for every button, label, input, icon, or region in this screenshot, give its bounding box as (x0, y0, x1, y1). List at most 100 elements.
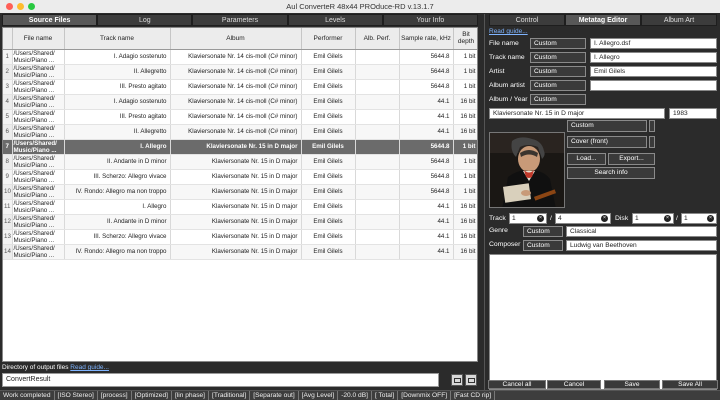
save-button[interactable]: Save (604, 380, 660, 389)
tag-list-area[interactable] (489, 254, 717, 390)
column-header-album-performer[interactable]: Alb. Perf. (355, 28, 400, 50)
clear-track-total-icon[interactable]: × (601, 215, 608, 222)
search-info-button[interactable]: Search info (567, 167, 655, 179)
table-row[interactable]: 7/Users/Shared/ Music/Piano ... I. Allegr… (3, 139, 477, 155)
table-row[interactable]: 13/Users/Shared/ Music/Piano ... III. Sch… (3, 229, 477, 245)
artist-field[interactable]: Emil Gilels (590, 66, 717, 77)
performer-cell: Emil Gilels (301, 169, 356, 185)
album-year-mode-select[interactable]: Custom (530, 94, 586, 105)
art-type-arrow-icon[interactable] (649, 136, 655, 148)
clear-disk-total-icon[interactable]: × (707, 215, 714, 222)
bit-depth-cell: 16 bit (453, 124, 477, 140)
track-name-field[interactable]: I. Allegro (590, 52, 717, 63)
column-header-track-name[interactable]: Track name (64, 28, 171, 50)
album-cell: Klaviersonate Nr. 14 cis-moll (C# minor) (170, 94, 302, 110)
column-header-bit-depth[interactable]: Bit depth (453, 28, 477, 50)
window-title: Aul ConverteR 48x44 PROduce-RD v.13.1.7 (286, 2, 434, 11)
performer-cell: Emil Gilels (301, 79, 356, 95)
clear-track-icon[interactable]: × (537, 215, 544, 222)
disk-total-field[interactable]: 1 × (681, 213, 717, 224)
table-row[interactable]: 3/Users/Shared/ Music/Piano ... III. Pres… (3, 79, 477, 95)
album-cell: Klaviersonate Nr. 14 cis-moll (C# minor) (170, 79, 302, 95)
table-row[interactable]: 2/Users/Shared/ Music/Piano ... II. Alleg… (3, 64, 477, 80)
table-row[interactable]: 11/Users/Shared/ Music/Piano ... I. Alleg… (3, 199, 477, 215)
tab-log[interactable]: Log (97, 14, 193, 26)
art-mode-select[interactable]: Custom (567, 120, 647, 132)
column-header-performer[interactable]: Performer (301, 28, 356, 50)
metatag-read-guide-link[interactable]: Read guide... (489, 28, 528, 35)
art-mode-arrow-icon[interactable] (649, 120, 655, 132)
year-field[interactable]: 1983 (669, 108, 717, 119)
source-files-table: File name Track name Album Performer Alb… (2, 27, 478, 362)
composer-mode-select[interactable]: Custom (523, 240, 563, 251)
table-row[interactable]: 5/Users/Shared/ Music/Piano ... III. Pres… (3, 109, 477, 125)
album-performer-cell (355, 154, 400, 170)
table-row[interactable]: 12/Users/Shared/ Music/Piano ... II. Anda… (3, 214, 477, 230)
track-total-field[interactable]: 4 × (555, 213, 611, 224)
column-header-sample-rate[interactable]: Sample rate, kHz (399, 28, 454, 50)
table-row[interactable]: 8/Users/Shared/ Music/Piano ... II. Andan… (3, 154, 477, 170)
track-number-field[interactable]: 1 × (509, 213, 547, 224)
album-artist-mode-select[interactable]: Custom (530, 80, 586, 91)
disk-number-field[interactable]: 1 × (632, 213, 674, 224)
album-performer-cell (355, 49, 400, 65)
file-name-mode-select[interactable]: Custom (530, 38, 586, 49)
genre-mode-select[interactable]: Custom (523, 226, 563, 237)
tab-album-art[interactable]: Album Art (641, 14, 717, 26)
disk-total-value: 1 (684, 215, 688, 222)
table-row[interactable]: 10/Users/Shared/ Music/Piano ... IV. Rond… (3, 184, 477, 200)
column-header-album[interactable]: Album (170, 28, 302, 50)
performer-cell: Emil Gilels (301, 154, 356, 170)
album-artist-field[interactable] (590, 80, 717, 91)
save-all-button[interactable]: Save All (662, 380, 718, 389)
table-body: 1/Users/Shared/ Music/Piano ... I. Adagio… (3, 49, 477, 260)
composer-field[interactable]: Ludwig van Beethoven (566, 240, 717, 251)
tab-parameters[interactable]: Parameters (192, 14, 288, 26)
tab-levels[interactable]: Levels (287, 14, 383, 26)
track-total-value: 4 (558, 215, 562, 222)
album-performer-cell (355, 214, 400, 230)
clear-disk-icon[interactable]: × (664, 215, 671, 222)
artist-mode-select[interactable]: Custom (530, 66, 586, 77)
export-art-button[interactable]: Export... (608, 153, 655, 165)
table-row[interactable]: 14/Users/Shared/ Music/Piano ... IV. Rond… (3, 244, 477, 260)
tab-metatag-editor[interactable]: Metatag Editor (565, 14, 641, 26)
table-row[interactable]: 6/Users/Shared/ Music/Piano ... II. Alleg… (3, 124, 477, 140)
open-folder-button[interactable] (465, 374, 477, 386)
genre-field[interactable]: Classical (566, 226, 717, 237)
status-separate-out: [Separate out] (250, 391, 299, 400)
sample-rate-cell: 44.1 (399, 94, 454, 110)
row-index: 5 (3, 109, 13, 125)
output-read-guide-link[interactable]: Read guide... (70, 364, 109, 371)
sample-rate-cell: 44.1 (399, 199, 454, 215)
cancel-all-button[interactable]: Cancel all (488, 380, 546, 389)
tab-your-info[interactable]: Your Info (382, 14, 479, 26)
tab-source-files[interactable]: Source Files (2, 14, 98, 26)
table-row[interactable]: 1/Users/Shared/ Music/Piano ... I. Adagio… (3, 49, 477, 65)
album-art-image[interactable] (489, 132, 565, 208)
file-name-cell: /Users/Shared/ Music/Piano ... (12, 214, 65, 230)
album-field[interactable]: Klaviersonate Nr. 15 in D major (489, 108, 665, 119)
browse-folder-button[interactable] (451, 374, 463, 386)
bit-depth-cell: 1 bit (453, 49, 477, 65)
output-directory-label-row: Directory of output files Read guide... (2, 364, 109, 371)
performer-cell: Emil Gilels (301, 139, 356, 155)
track-name-mode-select[interactable]: Custom (530, 52, 586, 63)
art-type-select[interactable]: Cover (front) (567, 136, 647, 148)
file-name-cell: /Users/Shared/ Music/Piano ... (12, 169, 65, 185)
column-header-file-name[interactable]: File name (12, 28, 65, 50)
row-index: 6 (3, 124, 13, 140)
folder-icon (454, 378, 461, 383)
load-art-button[interactable]: Load... (567, 153, 606, 165)
output-directory-field[interactable]: ConvertResult (2, 373, 439, 387)
cancel-button[interactable]: Cancel (547, 380, 601, 389)
table-row[interactable]: 4/Users/Shared/ Music/Piano ... I. Adagio… (3, 94, 477, 110)
bit-depth-cell: 16 bit (453, 94, 477, 110)
track-name-label: Track name (489, 54, 525, 61)
file-name-field[interactable]: I. Allegro.dsf (590, 38, 717, 49)
album-cell: Klaviersonate Nr. 15 in D major (170, 184, 302, 200)
performer-cell: Emil Gilels (301, 109, 356, 125)
table-row[interactable]: 9/Users/Shared/ Music/Piano ... III. Sche… (3, 169, 477, 185)
tab-control[interactable]: Control (489, 14, 565, 26)
track-name-cell: III. Scherzo: Allegro vivace (64, 169, 171, 185)
